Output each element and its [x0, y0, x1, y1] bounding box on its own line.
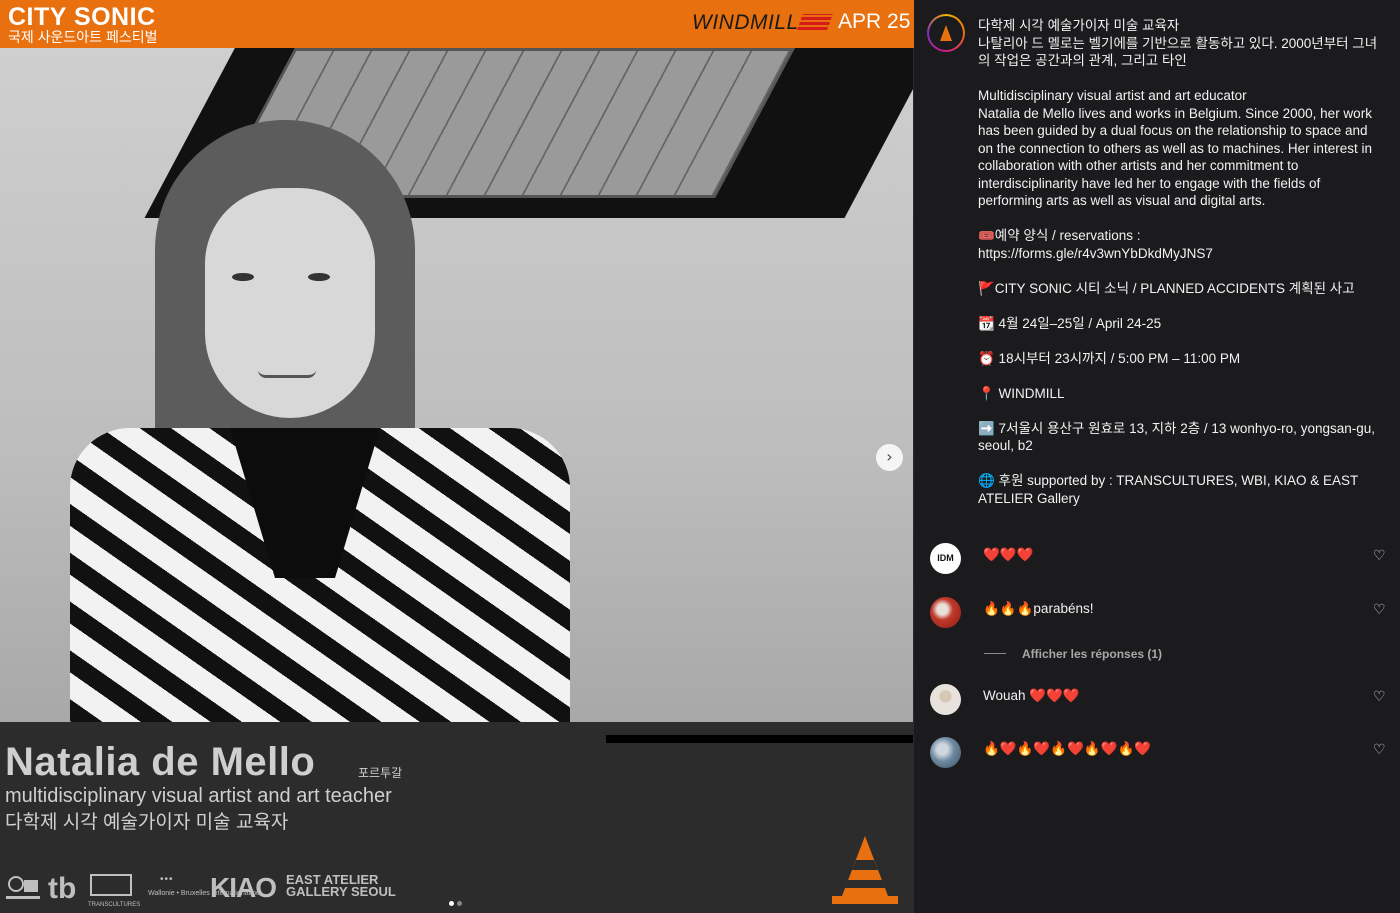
- caption-time: ⏰ 18시부터 23시까지 / 5:00 PM – 11:00 PM: [978, 350, 1241, 366]
- traffic-cone-icon: [832, 836, 898, 904]
- caption-ko-title: 다학제 시각 예술가이자 미술 교육자: [978, 18, 1180, 33]
- divider-bar: [606, 735, 913, 743]
- post-image[interactable]: CITY SONIC 국제 사운드아트 페스티벌 WINDMILL APR 25…: [0, 0, 914, 913]
- flag-logo-icon: [797, 14, 833, 30]
- artist-mouth: [258, 370, 316, 378]
- heart-outline-icon[interactable]: ♡: [1373, 743, 1387, 757]
- comment-item: 🔥🔥🔥parabéns! ♡: [930, 597, 1390, 631]
- comment-item: 🔥❤️🔥❤️🔥❤️🔥❤️🔥❤️ ♡: [930, 737, 1390, 771]
- sponsor-logos: tb TRANSCULTURES ••• Wallonie • Bruxelle…: [0, 868, 420, 913]
- show-replies-link[interactable]: Afficher les réponses (1): [1022, 647, 1162, 661]
- heart-outline-icon[interactable]: ♡: [1373, 549, 1387, 563]
- artist-nationality: 포르투갈: [358, 766, 403, 780]
- commenter-avatar[interactable]: [930, 737, 961, 768]
- transcultures-logo-text: TRANSCULTURES: [88, 902, 141, 908]
- caption-event: 🚩CITY SONIC 시티 소닉 / PLANNED ACCIDENTS 계획…: [978, 280, 1355, 296]
- comment-item: Wouah ❤️❤️❤️ ♡: [930, 684, 1390, 718]
- caption-reservation-link[interactable]: https://forms.gle/r4v3wnYbDkdMyJNS7: [978, 246, 1213, 261]
- artist-photo: [0, 48, 913, 722]
- event-date: APR 25: [838, 10, 911, 33]
- caption-place: 📍 WINDMILL: [978, 385, 1065, 401]
- east-atelier-line2: GALLERY SEOUL: [286, 884, 396, 899]
- artist-eye-right: [308, 273, 330, 281]
- comment-item: IDM ❤️❤️❤️ ♡: [930, 543, 1390, 577]
- carousel-indicator: [449, 893, 465, 911]
- carousel-dot-1[interactable]: [449, 901, 454, 906]
- account-avatar[interactable]: [927, 14, 965, 52]
- caption-sponsors: 🌐 후원 supported by : TRANSCULTURES, WBI, …: [978, 473, 1362, 506]
- festival-banner: CITY SONIC 국제 사운드아트 페스티벌 WINDMILL APR 25: [0, 0, 914, 48]
- caption-dates: 📆 4월 24일–25일 / April 24-25: [978, 315, 1162, 331]
- caption-address: ➡️ 7서울시 용산구 원효로 13, 지하 2층 / 13 wonhyo-ro…: [978, 420, 1379, 454]
- caption-ko-body: 나탈리아 드 멜로는 벨기에를 기반으로 활동하고 있다. 2000년부터 그녀…: [978, 35, 1378, 69]
- chevron-right-icon[interactable]: ›: [876, 444, 903, 471]
- caption-en-body: Natalia de Mello lives and works in Belg…: [978, 105, 1376, 209]
- venue-label: WINDMILL: [692, 11, 799, 34]
- artist-eye-left: [232, 273, 254, 281]
- caption-reservation-label: 🎟️예약 양식 / reservations :: [978, 228, 1141, 243]
- commenter-avatar[interactable]: [930, 597, 961, 628]
- artist-role-ko: 다학제 시각 예술가이자 미술 교육자: [5, 812, 289, 833]
- comment-text: Wouah ❤️❤️❤️: [983, 688, 1080, 703]
- carousel-dot-2[interactable]: [457, 901, 462, 906]
- tb-logo: tb: [48, 872, 77, 905]
- replies-divider: [984, 653, 1006, 654]
- artist-face: [205, 188, 375, 418]
- festival-subtitle: 국제 사운드아트 페스티벌: [8, 29, 158, 45]
- city-sonic-logo: [6, 876, 40, 899]
- heart-outline-icon[interactable]: ♡: [1373, 690, 1387, 704]
- kiao-logo: KIAO: [210, 872, 277, 903]
- artist-role-en: multidisciplinary visual artist and art …: [5, 785, 392, 807]
- commenter-avatar[interactable]: [930, 684, 961, 715]
- wbi-dots-icon: •••: [160, 874, 174, 885]
- caption-en-title: Multidisciplinary visual artist and art …: [978, 88, 1247, 103]
- east-atelier-logo: EAST ATELIER GALLERY SEOUL: [286, 873, 396, 899]
- transcultures-logo-icon: [90, 874, 132, 896]
- artist-name: Natalia de Mello: [5, 740, 316, 784]
- heart-outline-icon[interactable]: ♡: [1373, 603, 1387, 617]
- post-caption: 다학제 시각 예술가이자 미술 교육자 나탈리아 드 멜로는 벨기에를 기반으로…: [978, 17, 1383, 507]
- comment-text: 🔥❤️🔥❤️🔥❤️🔥❤️🔥❤️: [983, 741, 1152, 756]
- commenter-avatar[interactable]: IDM: [930, 543, 961, 574]
- cone-avatar-icon: [940, 25, 952, 41]
- comment-text: 🔥🔥🔥parabéns!: [983, 601, 1094, 616]
- comment-text: ❤️❤️❤️: [983, 547, 1034, 562]
